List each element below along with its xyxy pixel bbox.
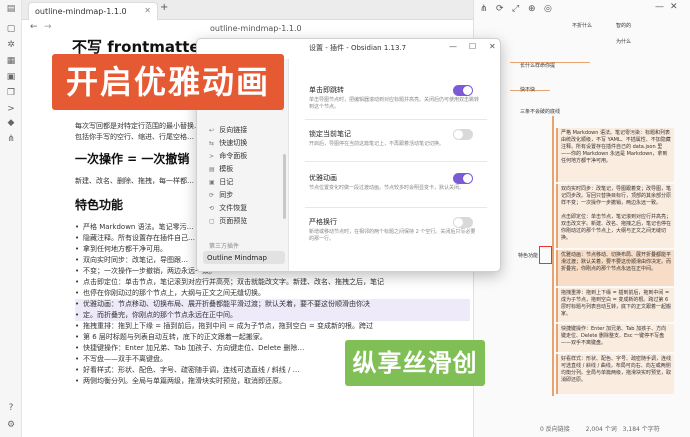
- sidebar-item-label: 文件恢复: [219, 204, 248, 212]
- sidebar-item-outline-mindmap[interactable]: Outline Mindmap: [203, 251, 285, 264]
- window-minimize-icon[interactable]: —: [655, 2, 664, 12]
- mindmap-node[interactable]: 为什么: [616, 38, 631, 45]
- history-icon: ⟲: [209, 205, 215, 212]
- mindmap-style-icon[interactable]: ◎: [544, 4, 552, 14]
- sidebar-item-daily-notes[interactable]: ▣ 日记: [209, 177, 233, 187]
- toggle-strict-newline[interactable]: [453, 217, 473, 228]
- terminal-icon[interactable]: >: [6, 104, 16, 114]
- terminal-icon: >: [209, 153, 215, 160]
- window-close-icon[interactable]: ✕: [670, 2, 678, 12]
- sidebar-scrollbar[interactable]: [283, 154, 286, 219]
- calendar-icon[interactable]: ▣: [6, 72, 16, 82]
- setting-desc: 单击导图节点时，把编辑器滚动到对应标题并高亮。关闭后仍可使用双击跳转到这个节点。: [309, 97, 480, 110]
- mindmap-node[interactable]: 长什么样命你提: [520, 62, 555, 69]
- third-party-heading: 第三方插件: [209, 243, 240, 250]
- nav-back-icon[interactable]: ←: [30, 22, 38, 32]
- mindmap-node[interactable]: 不折什么: [572, 22, 592, 29]
- setting-desc: 节点位置变化时做一段过渡动画。节点较多时会明显变卡，默认关闭。: [309, 185, 465, 191]
- bookmark-icon[interactable]: ◆: [6, 118, 16, 128]
- modal-close-button[interactable]: ✕: [489, 42, 496, 51]
- calendar-icon: ▣: [209, 179, 215, 186]
- sidebar-item-label: 模板: [219, 165, 234, 173]
- tab-title: outline-mindmap-1.1.0: [35, 7, 127, 16]
- switch-icon: ⇆: [209, 140, 215, 147]
- mindmap-branch-line: [552, 116, 554, 396]
- help-icon[interactable]: ?: [6, 403, 16, 413]
- file-explorer-icon[interactable]: ▢: [6, 24, 16, 34]
- sidebar-item-templates[interactable]: ▤ 模板: [209, 164, 233, 174]
- list-item-highlighted: 优雅动画：节点移动、切换布局、展开折叠都能平滑过渡；默认关着，要不要这份顺滑由你…: [75, 299, 470, 310]
- mindmap-layout-icon[interactable]: ⋔: [480, 4, 488, 14]
- sidebar-item-label: 页面预览: [219, 217, 248, 225]
- mindmap-fit-icon[interactable]: ⤢: [512, 4, 519, 14]
- divider: [305, 207, 487, 208]
- sidebar-item-label: 快速切换: [219, 139, 248, 147]
- mindmap-icon[interactable]: ⋔: [6, 134, 16, 144]
- mindmap-note[interactable]: 好看样式：形状、配色、字号、疏密随手调，连线可选直线 / 斜线 / 曲线，布局可…: [556, 354, 674, 394]
- list-item: 点击即定位：单击节点，笔记滚到对应行并高亮；双击就能改文字。新建、改名、拖拽之后…: [75, 277, 470, 288]
- toggle-lock-note[interactable]: [453, 129, 473, 140]
- template-icon: ▤: [209, 166, 215, 173]
- modal-minimize-button[interactable]: —: [449, 42, 457, 51]
- sidebar-toggle-icon[interactable]: ▤: [6, 4, 16, 14]
- heading-features: 特色功能: [75, 198, 124, 212]
- paragraph-undo: 新建、改名、删除、拖拽，每一样都…: [75, 177, 194, 185]
- sync-icon: ⟳: [209, 192, 215, 199]
- promo-banner-top: 开启优雅动画: [52, 54, 284, 110]
- nav-forward-icon[interactable]: →: [44, 22, 52, 32]
- backlinks-icon: ↩: [209, 127, 215, 134]
- setting-desc: 开启后，导图停在当前这篇笔记上，不再跟着活动笔记切换。: [309, 141, 445, 147]
- list-item: 拖拽重排：拖到上下缘 = 插到前后，拖到中间 = 成为子节点，拖到空白 = 变成…: [75, 321, 470, 332]
- status-bar: 0 反向链接 2,004 个词 3,184 个字符: [540, 424, 690, 437]
- sidebar-item-page-preview[interactable]: ▢ 页面预览: [209, 216, 247, 226]
- toggle-smooth-animation[interactable]: [453, 173, 473, 184]
- preview-icon: ▢: [209, 218, 215, 225]
- copy-icon[interactable]: ❐: [6, 88, 16, 98]
- canvas-icon[interactable]: ▦: [6, 56, 16, 66]
- paragraph-1: 每次写回都是对特定行范围的最小替换…: [75, 122, 201, 130]
- sidebar-item-file-recovery[interactable]: ⟲ 文件恢复: [209, 203, 247, 213]
- list-item: 也停在你刚动过的那个节点上，大纲与正文之间无缝切换。: [75, 288, 470, 299]
- backlinks-count[interactable]: 0 反向链接: [540, 426, 570, 433]
- sidebar-item-sync[interactable]: ⟳ 同步: [209, 190, 233, 200]
- mindmap-collapse-toggle[interactable]: [539, 246, 552, 264]
- mindmap-node[interactable]: 智的的: [616, 22, 631, 29]
- tab-outline-mindmap[interactable]: outline-mindmap-1.1.0 ✕: [28, 2, 158, 20]
- sidebar-item-label: 同步: [219, 191, 234, 199]
- promo-banner-bottom: 纵享丝滑创作: [345, 340, 485, 423]
- setting-desc: 新增或移动节点时，在相邻的两个标题之间保持 2 个空行。关闭后只写必要的那一行。: [309, 229, 476, 242]
- list-item-highlighted: 定。而折叠完，你刚点的那个节点永远在正中间。: [75, 310, 470, 321]
- mindmap-lock-icon[interactable]: ⊕: [528, 4, 536, 14]
- sidebar-item-quick-switcher[interactable]: ⇆ 快速切换: [209, 138, 247, 148]
- word-count: 2,004 个词: [585, 426, 617, 433]
- mindmap-note[interactable]: 快捷键操作：Enter 加兄弟、Tab 加孩子、方向键走位、Delete 删除整…: [556, 324, 674, 352]
- new-tab-icon[interactable]: +: [160, 2, 172, 18]
- mindmap-refresh-icon[interactable]: ⟳: [496, 4, 504, 14]
- sidebar-item-command-palette[interactable]: > 命令面板: [209, 151, 247, 161]
- mindmap-note[interactable]: 拖拽重排：拖到上下缘 = 插到前后，拖到中间 = 成为子节点，拖到空白 = 变成…: [556, 288, 674, 322]
- mindmap-node[interactable]: 快不快: [520, 86, 535, 93]
- graph-view-icon[interactable]: ✲: [6, 40, 16, 50]
- close-tab-icon[interactable]: ✕: [144, 6, 151, 15]
- sidebar-item-backlinks[interactable]: ↩ 反向链接: [209, 125, 247, 135]
- mindmap-note-active[interactable]: 优雅动画：节点移动、切换布局、展开折叠都能平滑过渡；默认关着，要不要这份顺滑由你…: [556, 250, 674, 286]
- divider: [305, 161, 487, 162]
- modal-maximize-button[interactable]: ☐: [469, 42, 476, 51]
- sidebar-item-label: 反向链接: [219, 126, 248, 134]
- paragraph-2: 包括你手写的空行、缩进、行尾空格…: [75, 133, 194, 141]
- divider: [305, 119, 487, 120]
- heading-undo: 一次操作 = 一次撤销: [75, 152, 190, 166]
- sidebar-item-label: 命令面板: [219, 152, 248, 160]
- editor-header-title: outline-mindmap-1.1.0: [210, 24, 302, 33]
- mindmap-note[interactable]: 严格 Markdown 语法。笔记零污染：标题和列表由统改化顺级，不写 YAML…: [556, 128, 674, 182]
- sidebar-item-label: 日记: [219, 178, 234, 186]
- toggle-click-to-jump[interactable]: [453, 85, 473, 96]
- mindmap-node[interactable]: 三条不会破的底线: [520, 108, 560, 115]
- mindmap-note[interactable]: 点击即定位：单击节点，笔记滚到对应行并高亮；双击改文字。新建、改名、拖拽之后，笔…: [556, 212, 674, 248]
- mindmap-node-features[interactable]: 特色功能: [518, 252, 538, 259]
- left-ribbon: ▤ ▢ ✲ ▦ ▣ ❐ > ◆ ⋔ ? ⚙: [0, 0, 22, 437]
- modal-title: 设置 - 插件 - Obsidian 1.13.7: [309, 44, 407, 52]
- char-count: 3,184 个字符: [622, 426, 660, 433]
- settings-icon[interactable]: ⚙: [6, 420, 16, 430]
